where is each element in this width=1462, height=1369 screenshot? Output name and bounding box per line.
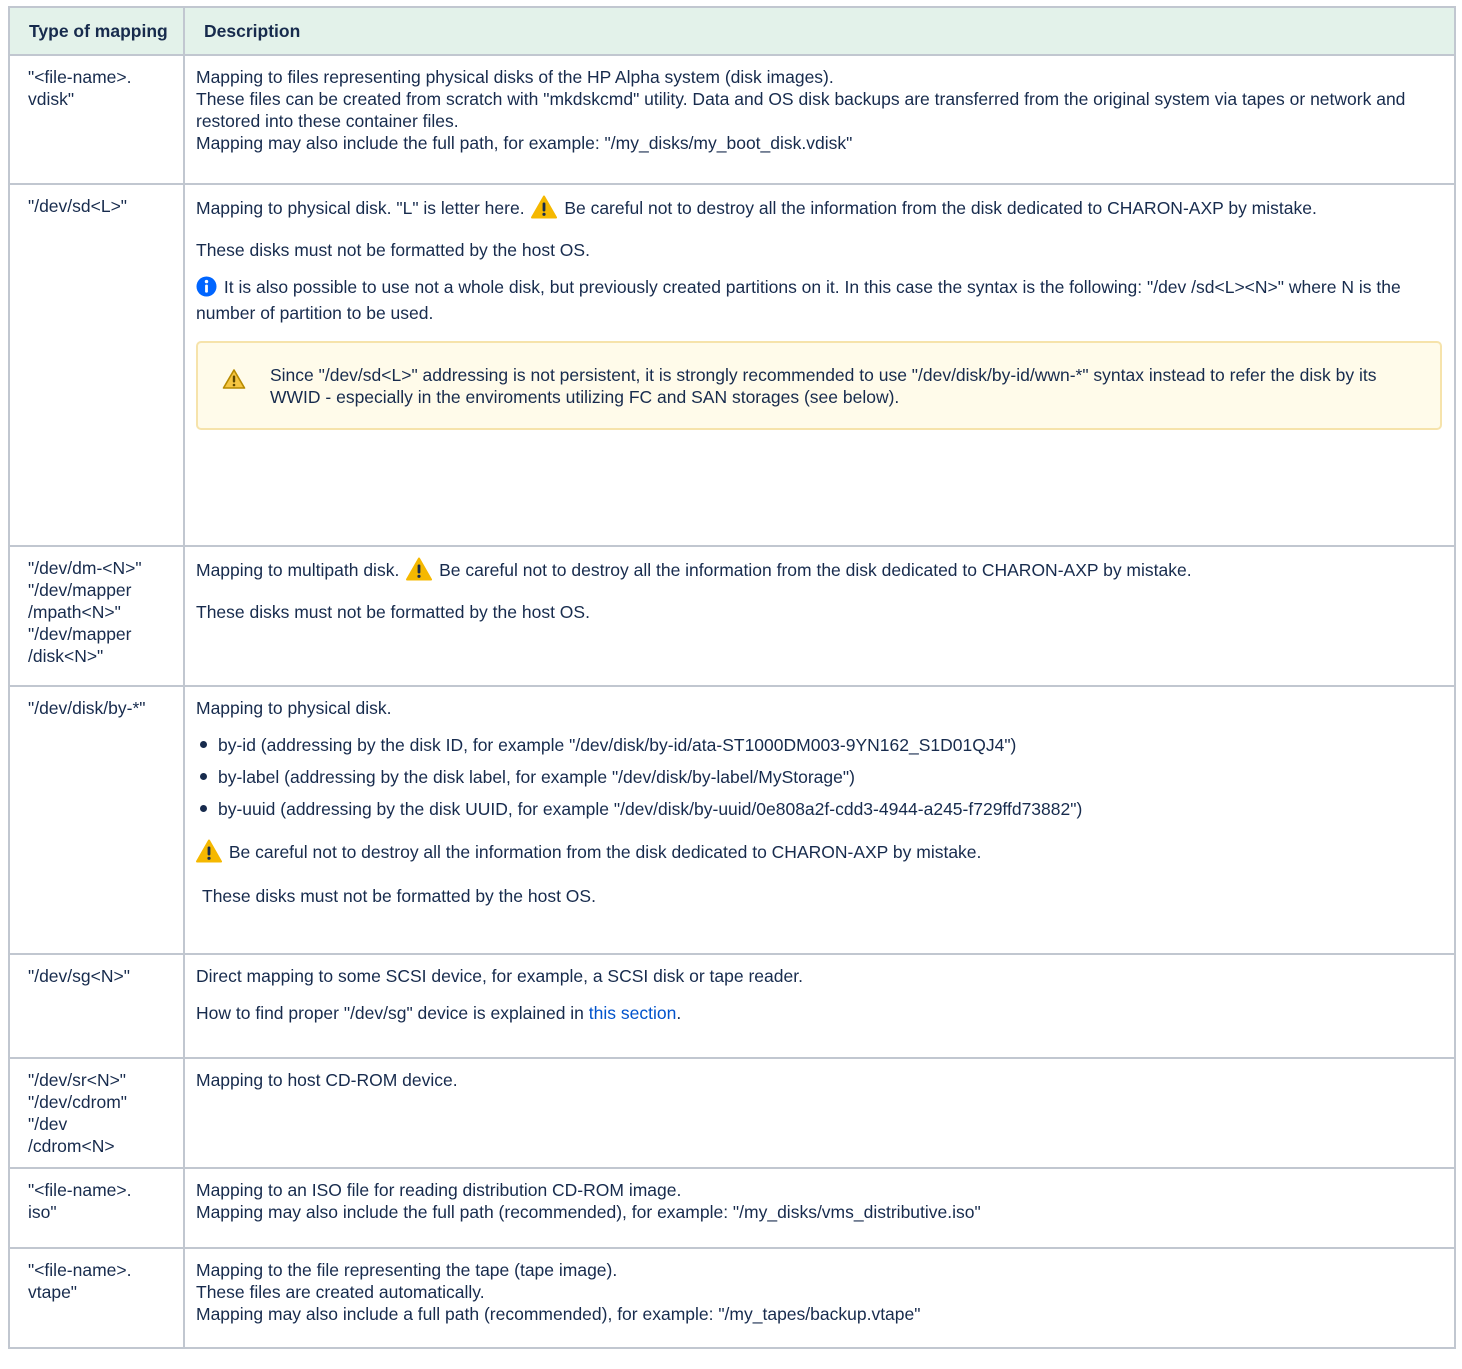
mapping-type: "/dev/disk/by-*" <box>8 685 185 955</box>
mapping-type: "/dev/sg<N>" <box>8 953 185 1059</box>
desc-paragraph: How to find proper "/dev/sg" device is e… <box>196 1003 682 1023</box>
warning-note: Since "/dev/sd<L>" addressing is not per… <box>196 341 1442 430</box>
mapping-description: Direct mapping to some SCSI device, for … <box>183 953 1456 1059</box>
warning-icon <box>531 195 558 224</box>
desc-line: Mapping to files representing physical d… <box>196 67 834 87</box>
mapping-type: "<file-name>. vdisk" <box>8 54 185 185</box>
desc-line: These files are created automatically. <box>196 1282 485 1302</box>
by-list: by-id (addressing by the disk ID, for ex… <box>196 734 1442 820</box>
table-row: "/dev/sd<L>" Mapping to physical disk. "… <box>8 183 1456 547</box>
table-row: "/dev/sr<N>" "/dev/cdrom" "/dev /cdrom<N… <box>8 1057 1456 1169</box>
info-icon <box>196 276 217 302</box>
list-item: by-id (addressing by the disk ID, for ex… <box>200 734 1442 756</box>
desc-paragraph: Mapping to physical disk. "L" is letter … <box>196 195 1442 224</box>
warning-icon <box>196 839 222 868</box>
mapping-table: Type of mapping Description "<file-name>… <box>8 6 1456 1349</box>
desc-paragraph: Be careful not to destroy all the inform… <box>196 839 1442 868</box>
mapping-type: "<file-name>. iso" <box>8 1167 185 1249</box>
desc-line: Mapping to an ISO file for reading distr… <box>196 1180 682 1200</box>
bullet <box>200 773 207 780</box>
mapping-description: Mapping to files representing physical d… <box>183 54 1456 185</box>
desc-paragraph: These disks must not be formatted by the… <box>196 602 590 622</box>
desc-line: Mapping may also include a full path (re… <box>196 1304 921 1324</box>
list-item: by-uuid (addressing by the disk UUID, fo… <box>200 798 1442 820</box>
desc-paragraph: These disks must not be formatted by the… <box>196 240 590 260</box>
desc-paragraph: Direct mapping to some SCSI device, for … <box>196 966 803 986</box>
desc-line: Mapping may also include the full path, … <box>196 133 853 153</box>
header-type: Type of mapping <box>8 6 185 56</box>
desc-paragraph: It is also possible to use not a whole d… <box>196 276 1401 323</box>
mapping-description: Mapping to the file representing the tap… <box>183 1247 1456 1349</box>
bullet <box>200 805 207 812</box>
header-row: Type of mapping Description <box>8 6 1456 56</box>
table-row: "<file-name>. vtape" Mapping to the file… <box>8 1247 1456 1349</box>
mapping-description: Mapping to an ISO file for reading distr… <box>183 1167 1456 1249</box>
table-row: "/dev/dm-<N>" "/dev/mapper /mpath<N>" "/… <box>8 545 1456 687</box>
desc-paragraph: Mapping to host CD-ROM device. <box>196 1070 458 1090</box>
desc-paragraph: Mapping to multipath disk. Be careful no… <box>196 557 1442 586</box>
mapping-description: Mapping to host CD-ROM device. <box>183 1057 1456 1169</box>
mapping-type: "/dev/dm-<N>" "/dev/mapper /mpath<N>" "/… <box>8 545 185 687</box>
note-text: Since "/dev/sd<L>" addressing is not per… <box>270 365 1377 407</box>
warning-icon <box>406 557 433 586</box>
table-row: "/dev/disk/by-*" Mapping to physical dis… <box>8 685 1456 955</box>
desc-line: These files can be created from scratch … <box>196 89 1406 131</box>
bullet <box>200 741 207 748</box>
mapping-type: "<file-name>. vtape" <box>8 1247 185 1349</box>
desc-line: Mapping may also include the full path (… <box>196 1202 981 1222</box>
mapping-type: "/dev/sr<N>" "/dev/cdrom" "/dev /cdrom<N… <box>8 1057 185 1169</box>
mapping-description: Mapping to multipath disk. Be careful no… <box>183 545 1456 687</box>
desc-paragraph: These disks must not be formatted by the… <box>202 886 596 906</box>
desc-line: Mapping to the file representing the tap… <box>196 1260 618 1280</box>
table-row: "<file-name>. vdisk" Mapping to files re… <box>8 54 1456 185</box>
mapping-description: Mapping to physical disk. "L" is letter … <box>183 183 1456 547</box>
this-section-link[interactable]: this section <box>589 1003 677 1023</box>
table-row: "/dev/sg<N>" Direct mapping to some SCSI… <box>8 953 1456 1059</box>
list-item: by-label (addressing by the disk label, … <box>200 766 1442 788</box>
header-description: Description <box>183 6 1456 56</box>
desc-paragraph: Mapping to physical disk. <box>196 698 392 718</box>
mapping-type: "/dev/sd<L>" <box>8 183 185 547</box>
table-row: "<file-name>. iso" Mapping to an ISO fil… <box>8 1167 1456 1249</box>
warning-icon <box>222 368 246 395</box>
mapping-description: Mapping to physical disk. by-id (address… <box>183 685 1456 955</box>
